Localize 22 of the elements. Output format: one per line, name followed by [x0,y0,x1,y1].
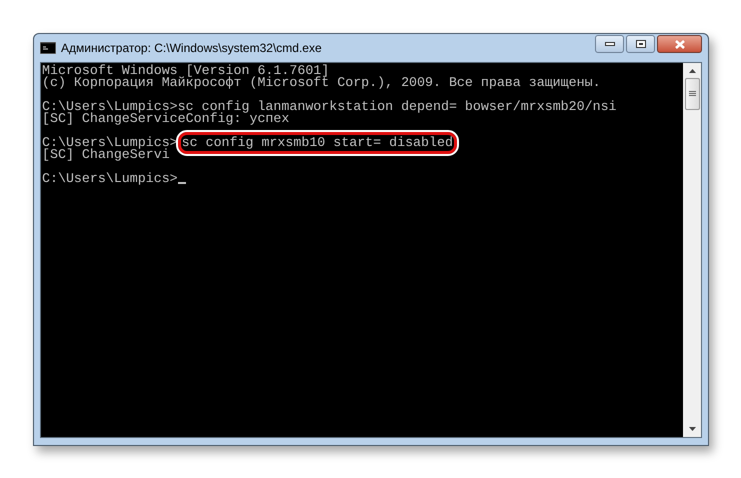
close-icon [674,40,686,48]
console-icon [40,42,56,54]
prompt-text: C:\Users\Lumpics> [42,137,178,149]
scroll-up-icon [688,69,696,73]
window-title: Администратор: C:\Windows\system32\cmd.exe [61,40,322,57]
console-text: [SC] ChangeServi [42,149,170,161]
command-text: sc config mrxsmb10 start= disabled [178,132,457,154]
maximize-button[interactable] [626,35,655,53]
close-button[interactable] [657,35,702,53]
minimize-icon [604,42,614,46]
console-text: [SC] ChangeServiceConfig: успех [42,113,290,125]
console-text: (c) Корпорация Майкрософт (Microsoft Corp.), 2009. Все права защищены. [42,77,601,89]
console-text: Microsoft Windows [Version 6.1.7601] [42,65,330,77]
maximize-icon [636,40,646,48]
prompt-text: C:\Users\Lumpics> [42,101,178,113]
scrollbar[interactable] [683,63,701,437]
prompt-text: C:\Users\Lumpics> [42,173,178,185]
command-text: sc config lanmanworkstation depend= bowser/mrxsmb20/nsi [178,101,617,113]
grip-icon [688,91,696,97]
scroll-thumb[interactable] [684,78,700,110]
minimize-button[interactable] [595,35,624,53]
scroll-down-icon [688,427,696,431]
